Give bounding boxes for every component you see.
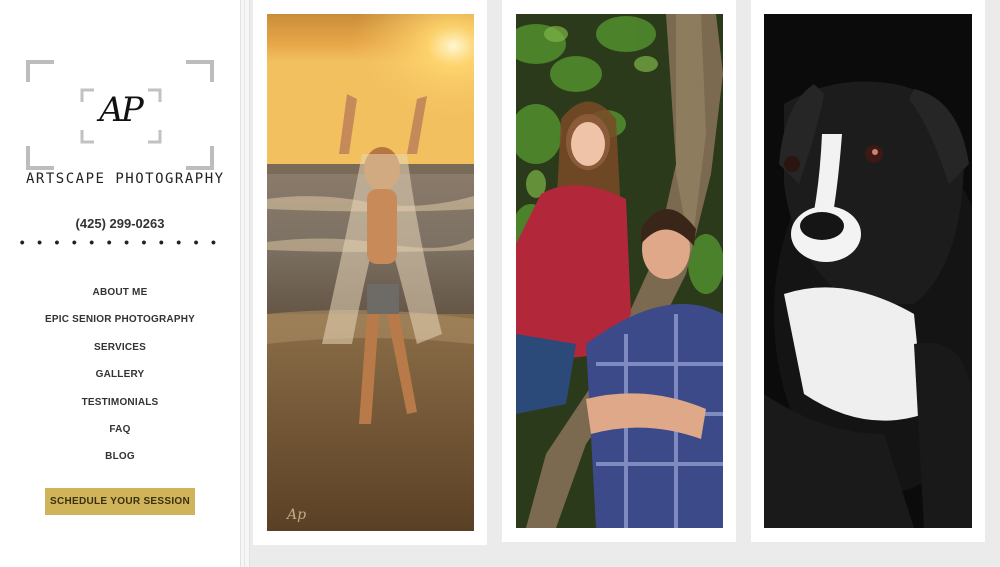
logo-monogram: AP: [99, 90, 143, 130]
gallery-photo-dog[interactable]: [764, 14, 972, 528]
main-nav: ABOUT ME EPIC SENIOR PHOTOGRAPHY SERVICE…: [0, 285, 240, 477]
nav-item-faq[interactable]: FAQ: [0, 422, 240, 449]
logo[interactable]: AP ARTSCAPE PHOTOGRAPHY: [26, 60, 225, 192]
sidebar-divider: [240, 0, 250, 567]
phone-number[interactable]: (425) 299-0263: [0, 216, 240, 231]
nav-item-testimonials[interactable]: TESTIMONIALS: [0, 395, 240, 422]
logo-wordmark: ARTSCAPE PHOTOGRAPHY: [26, 171, 225, 187]
senior-couple-image: [516, 14, 723, 528]
gallery-photo-beach[interactable]: Ap: [267, 14, 474, 531]
dog-portrait-image: [764, 14, 972, 528]
beach-sunset-image: Ap: [267, 14, 474, 531]
dotted-separator: • • • • • • • • • • • •: [19, 234, 221, 250]
sidebar: AP ARTSCAPE PHOTOGRAPHY (425) 299-0263 •…: [0, 0, 240, 567]
nav-item-services[interactable]: SERVICES: [0, 340, 240, 367]
nav-item-about-me[interactable]: ABOUT ME: [0, 285, 240, 312]
gallery-card: [751, 0, 985, 542]
nav-item-epic-senior-photography[interactable]: EPIC SENIOR PHOTOGRAPHY: [0, 312, 240, 339]
gallery-card: [502, 0, 736, 542]
nav-item-blog[interactable]: BLOG: [0, 449, 240, 476]
gallery-card: Ap: [253, 0, 487, 545]
gallery-photo-couple[interactable]: [516, 14, 723, 528]
nav-item-gallery[interactable]: GALLERY: [0, 367, 240, 394]
schedule-session-button[interactable]: SCHEDULE YOUR SESSION: [45, 488, 195, 515]
svg-text:Ap: Ap: [285, 507, 306, 523]
